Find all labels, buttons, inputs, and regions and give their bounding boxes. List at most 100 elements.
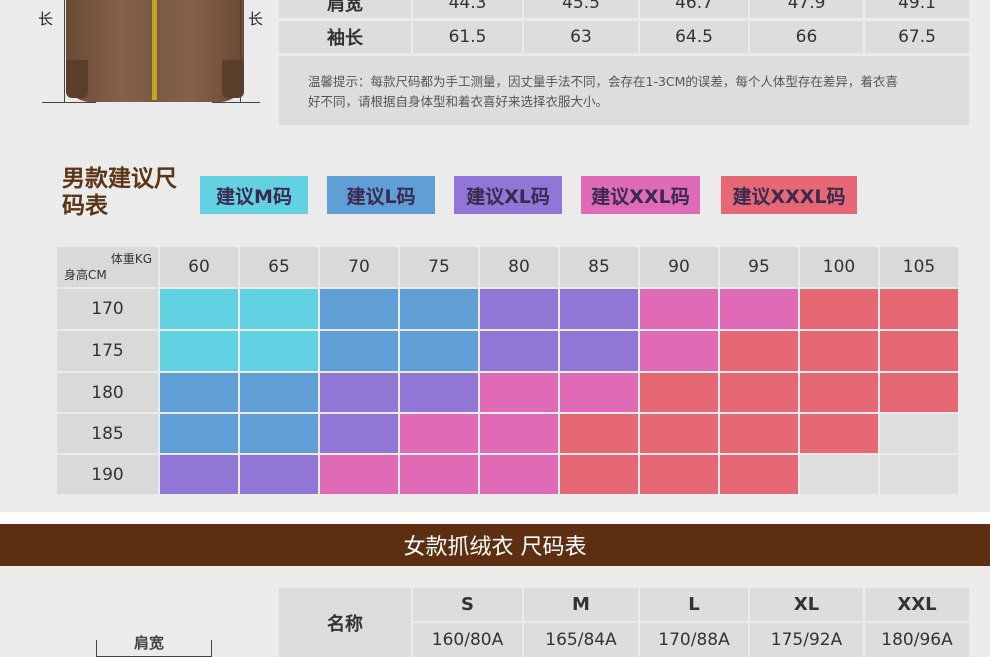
name-header: 名称	[279, 588, 411, 657]
size-header: L	[640, 588, 748, 621]
weight-col-header: 105	[880, 247, 958, 287]
size-spec: 180/96A	[865, 623, 969, 657]
measure-cell: 44.3	[413, 0, 522, 18]
size-cell	[240, 289, 318, 329]
size-cell	[880, 331, 958, 371]
legend-xxxl: 建议XXXL码	[721, 176, 857, 214]
legend-l: 建议L码	[327, 176, 435, 214]
section-divider	[0, 512, 990, 524]
size-cell	[720, 289, 798, 329]
weight-col-header: 80	[480, 247, 558, 287]
legend-xl: 建议XL码	[454, 176, 562, 214]
measure-line-right	[240, 0, 241, 102]
height-row-header: 180	[57, 373, 158, 412]
weight-col-header: 65	[240, 247, 318, 287]
size-cell	[560, 331, 638, 371]
measure-cell: 61.5	[413, 21, 522, 53]
size-cell	[800, 414, 878, 453]
measure-tick-left	[42, 102, 96, 103]
size-cell	[320, 373, 398, 412]
height-row-header: 190	[57, 455, 158, 494]
length-label-right: 长	[248, 10, 264, 28]
women-banner-title: 女款抓绒衣 尺码表	[403, 535, 587, 560]
height-row-header: 175	[57, 331, 158, 371]
legend-m: 建议M码	[200, 176, 308, 214]
measure-cell: 64.5	[640, 21, 748, 53]
size-cell	[160, 414, 238, 453]
size-cell	[160, 455, 238, 494]
shoulder-width-label: 肩宽	[134, 634, 165, 652]
legend-xxl: 建议XXL码	[581, 176, 700, 214]
size-cell	[160, 331, 238, 371]
weight-col-header: 90	[640, 247, 718, 287]
size-cell	[320, 289, 398, 329]
size-cell	[480, 373, 558, 412]
weight-col-header: 100	[800, 247, 878, 287]
measure-cell: 63	[524, 21, 638, 53]
size-header: XL	[750, 588, 863, 621]
size-cell	[320, 414, 398, 453]
size-cell	[640, 373, 718, 412]
size-cell	[240, 414, 318, 453]
jacket-left-cuff	[66, 60, 88, 98]
weight-col-header: 60	[160, 247, 238, 287]
size-cell	[400, 414, 478, 453]
women-banner: 女款抓绒衣 尺码表	[0, 524, 990, 566]
measure-cell: 49.1	[865, 0, 969, 18]
shoulder-tick-left	[96, 640, 97, 657]
size-cell	[720, 455, 798, 494]
size-cell	[640, 289, 718, 329]
measure-line-left	[64, 0, 65, 102]
size-cell	[480, 414, 558, 453]
size-cell	[480, 289, 558, 329]
size-cell	[560, 373, 638, 412]
measure-cell: 47.9	[750, 0, 863, 18]
size-cell	[720, 414, 798, 453]
size-cell	[400, 455, 478, 494]
measure-cell: 67.5	[865, 21, 969, 53]
size-cell	[400, 331, 478, 371]
size-cell	[880, 289, 958, 329]
size-cell	[400, 289, 478, 329]
size-cell	[800, 455, 878, 494]
size-cell	[640, 414, 718, 453]
measure-cell: 45.5	[524, 0, 638, 18]
size-cell	[720, 331, 798, 371]
size-cell	[880, 414, 958, 453]
size-cell	[240, 331, 318, 371]
weight-col-header: 95	[720, 247, 798, 287]
recommendation-title: 男款建议尺码表	[62, 166, 177, 219]
height-row-header: 170	[57, 289, 158, 329]
size-cell	[800, 289, 878, 329]
shoulder-tick-right	[211, 640, 212, 657]
size-cell	[880, 373, 958, 412]
measure-tick-right	[212, 102, 260, 103]
size-cell	[160, 373, 238, 412]
grid-corner-header: 体重KG 身高CM	[57, 247, 158, 287]
size-cell	[560, 289, 638, 329]
size-spec: 170/88A	[640, 623, 748, 657]
size-cell	[320, 331, 398, 371]
size-cell	[320, 455, 398, 494]
size-cell	[800, 373, 878, 412]
size-cell	[880, 455, 958, 494]
size-header: M	[524, 588, 638, 621]
weight-header: 体重KG	[110, 252, 152, 266]
size-cell	[400, 373, 478, 412]
measure-row-label: 袖长	[279, 21, 411, 53]
weight-col-header: 85	[560, 247, 638, 287]
size-cell	[560, 414, 638, 453]
size-header: S	[413, 588, 522, 621]
size-cell	[480, 455, 558, 494]
size-cell	[240, 455, 318, 494]
measure-cell: 66	[750, 21, 863, 53]
size-header: XXL	[865, 588, 969, 621]
size-cell	[240, 373, 318, 412]
jacket-zipper	[152, 0, 157, 100]
size-cell	[560, 455, 638, 494]
size-cell	[160, 289, 238, 329]
size-cell	[640, 455, 718, 494]
length-label-left: 长	[38, 10, 54, 28]
size-cell	[640, 331, 718, 371]
measure-row-label: 肩宽	[279, 0, 411, 18]
